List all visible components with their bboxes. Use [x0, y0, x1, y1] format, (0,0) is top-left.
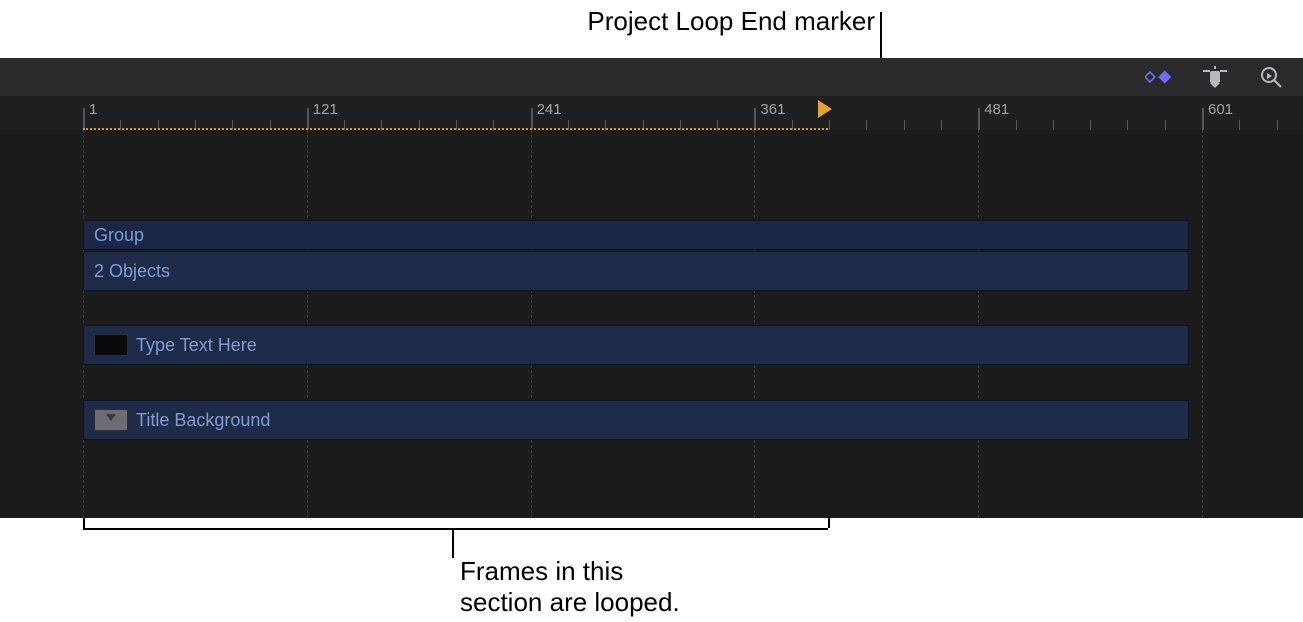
- callout-looped-frames: Frames in this section are looped.: [0, 518, 1303, 622]
- group-object-count: 2 Objects: [94, 261, 170, 282]
- clip-label: Title Background: [136, 410, 270, 431]
- ruler-tick-label: 1: [89, 101, 97, 118]
- group-track-title: Group: [94, 225, 144, 246]
- ruler-tick-label: 481: [984, 101, 1009, 118]
- ruler-tick-label: 361: [760, 101, 785, 118]
- ruler-tick-label: 121: [313, 101, 338, 118]
- group-track-subheader[interactable]: 2 Objects: [83, 251, 1189, 291]
- search-icon[interactable]: [1257, 64, 1285, 90]
- timeline-clip[interactable]: Type Text Here: [83, 325, 1189, 365]
- clip-label: Type Text Here: [136, 335, 257, 356]
- callout-looped-frames-label: Frames in this section are looped.: [460, 556, 680, 618]
- timeline-tracks-area: Group 2 Objects Type Text Here Title Bac…: [0, 130, 1303, 518]
- add-marker-icon[interactable]: [1201, 64, 1229, 90]
- callout-loop-end-label: Project Loop End marker: [587, 6, 875, 37]
- ruler-tick-label: 241: [537, 101, 562, 118]
- group-track-header[interactable]: Group: [83, 220, 1189, 250]
- timeline-ruler[interactable]: 1 121 241 361 481 601: [0, 96, 1303, 131]
- timeline-clip[interactable]: Title Background: [83, 400, 1189, 440]
- timeline-panel: 1 121 241 361 481 601 Group 2 Objects Type Te…: [0, 58, 1303, 518]
- ruler-tick-label: 601: [1208, 101, 1233, 118]
- clip-thumbnail: [94, 409, 128, 431]
- project-loop-end-marker[interactable]: [818, 100, 832, 118]
- keyframe-toggle-icon[interactable]: [1145, 64, 1173, 90]
- clip-thumbnail: [94, 334, 128, 356]
- timeline-toolbar: [0, 58, 1303, 97]
